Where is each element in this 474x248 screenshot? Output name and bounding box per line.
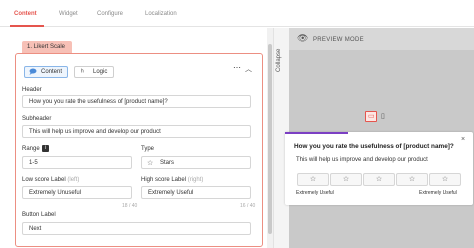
low-score-input[interactable]: Extremely Unuseful bbox=[22, 186, 132, 199]
info-icon[interactable]: i bbox=[42, 145, 49, 152]
more-options-icon[interactable]: ⋯ bbox=[233, 63, 241, 72]
header-label: Header bbox=[22, 87, 42, 93]
star-option[interactable]: ☆ bbox=[297, 173, 329, 186]
survey-question: How you you rate the usefulness of [prod… bbox=[294, 143, 454, 150]
star-icon: ☆ bbox=[147, 160, 154, 167]
low-score-label: Low score Label (left) bbox=[22, 177, 79, 183]
desktop-icon: ▭ bbox=[368, 113, 375, 120]
chat-bubble-icon: 🗩 bbox=[29, 69, 37, 76]
collapse-label[interactable]: Collapse bbox=[276, 49, 282, 72]
chevron-up-icon[interactable]: ︿ bbox=[245, 64, 252, 74]
button-label-input[interactable]: Next bbox=[22, 222, 251, 235]
high-score-counter: 16 / 40 bbox=[240, 203, 256, 209]
content-button[interactable]: 🗩 Content bbox=[24, 66, 68, 78]
tab-content[interactable]: Content bbox=[14, 11, 37, 17]
mobile-icon[interactable]: ▯ bbox=[381, 112, 385, 120]
active-tab-indicator bbox=[10, 25, 44, 27]
button-label-label: Button Label bbox=[22, 212, 56, 218]
range-label: Range bbox=[22, 146, 40, 152]
tab-widget[interactable]: Widget bbox=[59, 11, 78, 17]
low-score-hint: (left) bbox=[67, 177, 80, 183]
range-select[interactable]: 1-5 bbox=[22, 156, 132, 169]
type-select[interactable]: ☆ Stars bbox=[141, 156, 251, 169]
type-select-value: Stars bbox=[160, 160, 175, 166]
survey-subheader: This will help us improve and develop ou… bbox=[296, 157, 428, 163]
tab-localization[interactable]: Localization bbox=[145, 11, 177, 17]
low-score-label-text: Low score Label bbox=[22, 177, 66, 183]
close-icon[interactable]: × bbox=[461, 136, 465, 143]
star-option[interactable]: ☆ bbox=[396, 173, 428, 186]
low-score-counter: 18 / 40 bbox=[122, 203, 138, 209]
star-option[interactable]: ☆ bbox=[330, 173, 362, 186]
branch-icon: ʰ bbox=[81, 69, 84, 76]
content-button-label: Content bbox=[41, 69, 63, 75]
survey-progress-bar bbox=[285, 132, 348, 134]
preview-mode-title: PREVIEW MODE bbox=[313, 37, 364, 43]
high-score-input[interactable]: Extremely Useful bbox=[141, 186, 251, 199]
scrollbar-thumb[interactable] bbox=[268, 44, 272, 234]
top-tab-bar: Content Widget Configure Localization bbox=[0, 0, 474, 27]
eye-icon: 👁 bbox=[297, 33, 309, 43]
logic-button[interactable]: ʰ Logic bbox=[74, 66, 114, 78]
subheader-input[interactable]: This will help us improve and develop ou… bbox=[22, 125, 251, 138]
scale-low-label: Extremely Useful bbox=[296, 190, 334, 196]
scale-high-label: Extremely Useful bbox=[419, 190, 457, 196]
logic-button-label: Logic bbox=[93, 69, 108, 75]
step-tab-likert[interactable]: 1. Likert Scale bbox=[22, 41, 72, 53]
tab-configure[interactable]: Configure bbox=[97, 11, 123, 17]
high-score-label: High score Label (right) bbox=[141, 177, 203, 183]
star-option[interactable]: ☆ bbox=[363, 173, 395, 186]
type-label: Type bbox=[141, 146, 155, 152]
header-input[interactable]: How you you rate the usefulness of [prod… bbox=[22, 95, 251, 108]
high-score-label-text: High score Label bbox=[141, 177, 187, 183]
subheader-label: Subheader bbox=[22, 116, 52, 122]
star-option[interactable]: ☆ bbox=[429, 173, 461, 186]
high-score-hint: (right) bbox=[187, 177, 204, 183]
